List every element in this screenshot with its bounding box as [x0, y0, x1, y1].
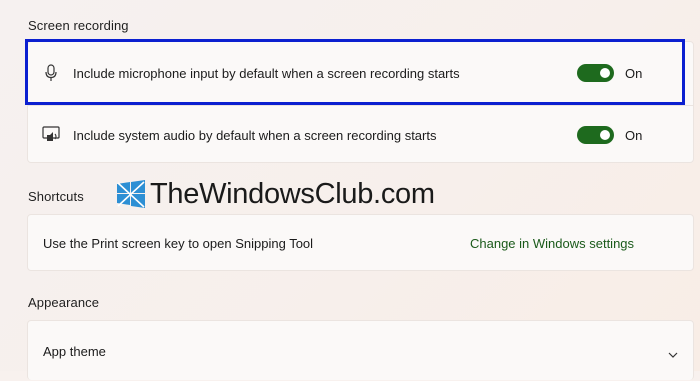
print-screen-setting-label: Use the Print screen key to open Snippin… — [43, 236, 314, 251]
watermark: TheWindowsClub.com — [116, 178, 435, 210]
toggle-knob — [600, 130, 610, 140]
toggle-knob — [600, 68, 610, 78]
app-theme-label: App theme — [43, 344, 106, 359]
section-header-appearance: Appearance — [28, 295, 100, 310]
watermark-text: TheWindowsClub.com — [150, 178, 435, 210]
microphone-setting-row[interactable]: Include microphone input by default when… — [28, 42, 693, 104]
microphone-toggle-state: On — [625, 66, 643, 81]
system-audio-toggle[interactable] — [577, 126, 614, 144]
microphone-setting-label: Include microphone input by default when… — [73, 66, 460, 81]
screen-recording-card: Include microphone input by default when… — [27, 41, 694, 163]
system-audio-setting-row[interactable]: Include system audio by default when a s… — [28, 105, 693, 163]
microphone-icon — [44, 64, 58, 82]
shortcuts-card: Use the Print screen key to open Snippin… — [27, 214, 694, 271]
app-theme-row[interactable]: App theme — [28, 321, 693, 381]
microphone-toggle[interactable] — [577, 64, 614, 82]
system-audio-setting-label: Include system audio by default when a s… — [73, 128, 437, 143]
change-in-windows-settings-link[interactable]: Change in Windows settings — [470, 236, 634, 251]
thewindowsclub-logo — [116, 180, 146, 208]
speaker-icon — [42, 126, 60, 142]
appearance-card: App theme — [27, 320, 694, 380]
system-audio-toggle-state: On — [625, 128, 643, 143]
section-header-shortcuts: Shortcuts — [28, 189, 84, 204]
chevron-down-icon[interactable] — [668, 346, 678, 358]
section-header-screen-recording: Screen recording — [28, 18, 129, 33]
